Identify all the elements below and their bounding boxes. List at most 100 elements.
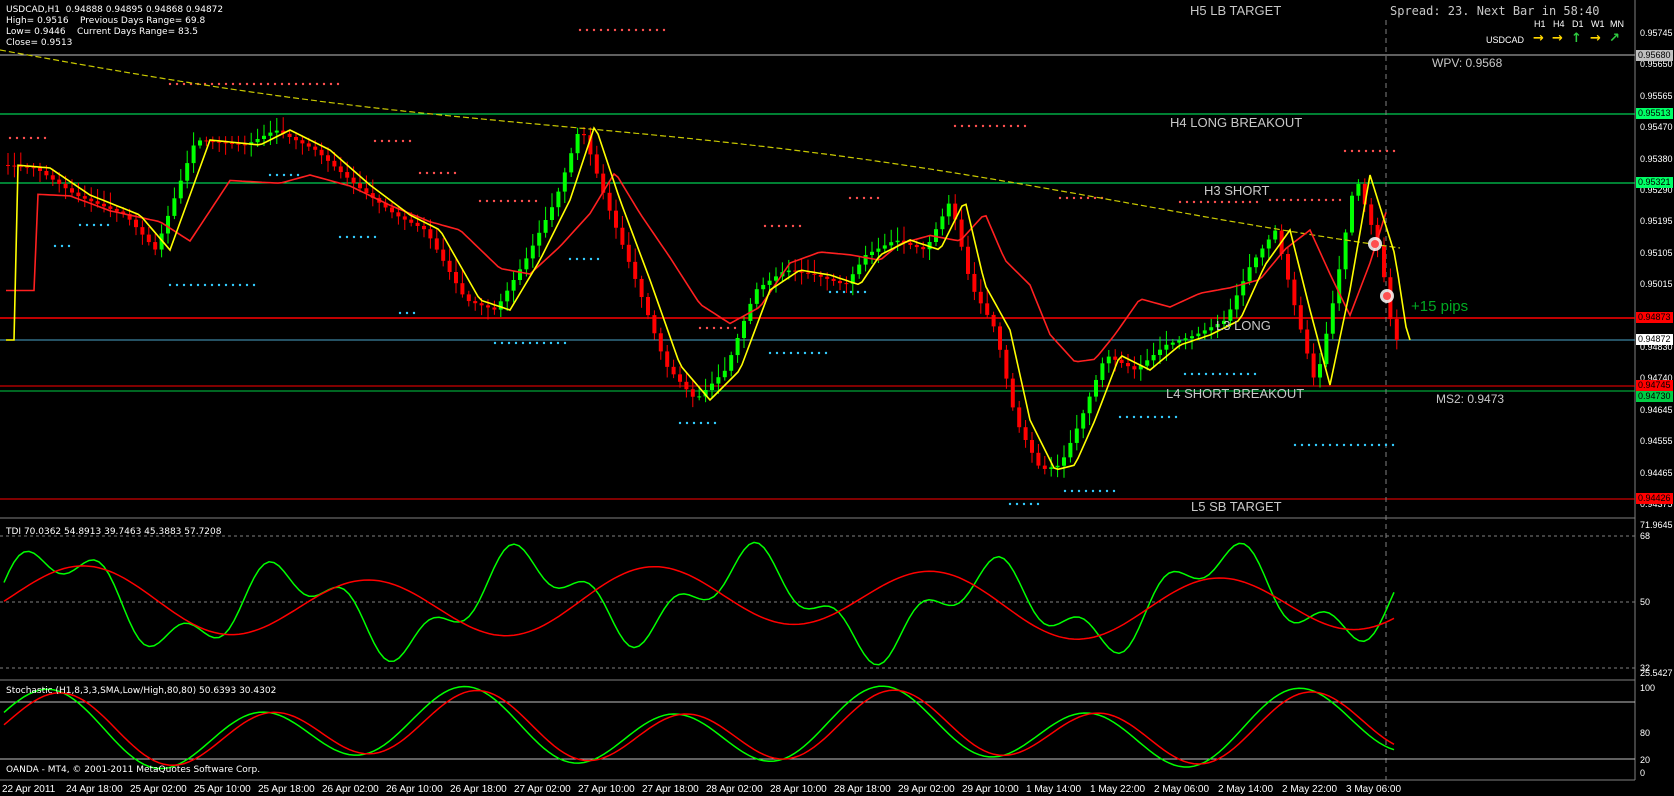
price-tick: 0.95015: [1640, 279, 1673, 290]
time-tick: 2 May 06:00: [1154, 784, 1210, 795]
pivot-dot: [627, 28, 631, 32]
pivot-dot: [828, 290, 832, 294]
candle-body: [460, 283, 465, 295]
tf-label-w1: W1: [1591, 19, 1605, 29]
tdi-signal-line: [3, 565, 1395, 640]
pivot-dot: [549, 341, 553, 345]
candle-body: [1145, 360, 1150, 366]
candle-body: [1337, 269, 1342, 304]
pivot-dot: [1391, 443, 1395, 447]
pivot-dot: [268, 173, 272, 177]
candle-body: [690, 389, 695, 397]
pivot-dot: [1220, 200, 1224, 204]
candle-body: [857, 264, 862, 275]
pivot-dot: [1058, 196, 1062, 200]
candle-body: [351, 177, 356, 184]
candle-body: [825, 276, 830, 279]
candle-body: [1068, 442, 1073, 458]
candle-body: [818, 274, 823, 277]
pivot-dot: [1317, 198, 1321, 202]
pivot-dot: [408, 139, 412, 143]
time-tick: 1 May 14:00: [1026, 784, 1082, 795]
candle-body: [678, 374, 682, 382]
pivot-dot: [1197, 372, 1201, 376]
candle-body: [1305, 329, 1310, 354]
candle-body: [441, 249, 446, 261]
pivot-dot: [1178, 200, 1182, 204]
candle-body: [274, 130, 279, 133]
candle-body: [697, 396, 702, 398]
candle-body: [185, 163, 190, 181]
ms2-price-box: 0.94730: [1636, 391, 1673, 402]
ma-200-line: [0, 49, 1401, 249]
candle-body: [172, 198, 177, 216]
pivot-dot: [1232, 372, 1236, 376]
candle-body: [498, 301, 503, 310]
candle-body: [415, 222, 420, 226]
pivot-dot: [863, 290, 867, 294]
pivot-dot: [1275, 198, 1279, 202]
l5-label: L5 SB TARGET: [1191, 499, 1282, 514]
pivot-dot: [338, 235, 342, 239]
pivot-dot: [405, 311, 409, 315]
candle-body: [812, 273, 817, 275]
time-tick: 27 Apr 10:00: [578, 784, 635, 795]
candle-body: [422, 226, 426, 230]
pivot-dot: [210, 82, 214, 86]
pivot-dot: [507, 341, 511, 345]
candle-body: [1074, 428, 1079, 443]
pivot-dot: [1063, 489, 1067, 493]
pivot-dot: [238, 283, 242, 287]
candle-body: [146, 234, 151, 243]
time-tick: 24 Apr 18:00: [66, 784, 123, 795]
pivot-dot: [8, 136, 12, 140]
pivot-dot: [960, 124, 964, 128]
pivot-dot: [387, 139, 391, 143]
pivot-dot: [599, 28, 603, 32]
candle-body: [319, 149, 324, 156]
pivot-dot: [53, 244, 57, 248]
pivot-dot: [1153, 415, 1157, 419]
candle-body: [198, 140, 202, 146]
pivot-dot: [478, 199, 482, 203]
copyright: OANDA - MT4, © 2001-2011 MetaQuotes Soft…: [6, 765, 261, 775]
pivot-dot: [418, 171, 422, 175]
pivot-dot: [189, 283, 193, 287]
mt4-chart-window[interactable]: USDCAD,H1 0.94888 0.94895 0.94868 0.9487…: [0, 0, 1674, 796]
current-price-box: 0.94872: [1636, 334, 1673, 345]
candle-body: [966, 246, 970, 274]
pivot-dot: [699, 421, 703, 425]
pivot-dot: [85, 223, 89, 227]
tdi-price-line: [3, 541, 1395, 666]
pivot-dot: [849, 290, 853, 294]
candle-body: [345, 172, 350, 178]
candle-body: [1286, 254, 1290, 280]
pivot-dot: [296, 173, 300, 177]
price-chart[interactable]: [0, 0, 1674, 796]
pivot-dot: [876, 196, 880, 200]
candle-body: [255, 139, 260, 143]
pivot-dot: [713, 421, 717, 425]
pivot-dot: [1300, 443, 1304, 447]
pivot-dot: [308, 82, 312, 86]
ma-fast-line: [6, 126, 1411, 471]
pivot-dot: [196, 283, 200, 287]
pivot-dot: [217, 82, 221, 86]
candle-body: [556, 191, 561, 208]
pivot-dot: [366, 235, 370, 239]
candle-body: [76, 192, 81, 197]
candle-body: [1126, 363, 1130, 367]
pivot-dot: [862, 196, 866, 200]
candle-body: [1042, 465, 1047, 469]
candle-body: [985, 303, 990, 315]
pivot-dot: [777, 224, 781, 228]
candle-body: [210, 141, 215, 143]
trend-arrow-icon: ↗: [1609, 31, 1620, 46]
candle-body: [1234, 295, 1239, 310]
high-range: High= 0.9516 Previous Days Range= 69.8: [6, 16, 206, 26]
price-tick: 0.95565: [1640, 90, 1673, 101]
candle-body: [1273, 230, 1278, 240]
pivot-dot: [373, 139, 377, 143]
l4-label: L4 SHORT BREAKOUT: [1166, 386, 1305, 401]
pivot-dot: [1183, 372, 1187, 376]
